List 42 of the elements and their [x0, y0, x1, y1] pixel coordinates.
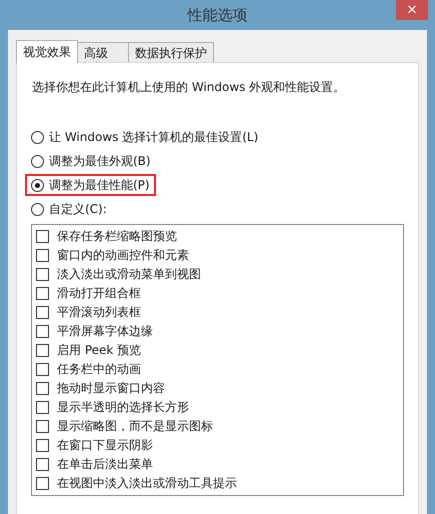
- checkbox[interactable]: [36, 363, 49, 376]
- effect-label: 淡入淡出或滑动菜单到视图: [57, 266, 201, 283]
- effect-label: 在视图中淡入淡出或滑动工具提示: [57, 475, 237, 492]
- checkbox[interactable]: [36, 249, 49, 262]
- checkbox[interactable]: [36, 325, 49, 338]
- checkbox[interactable]: [36, 401, 49, 414]
- radio-button[interactable]: [31, 178, 44, 192]
- description-text: 选择你想在此计算机上使用的 Windows 外观和性能设置。: [32, 79, 346, 96]
- effect-label: 启用 Peek 预览: [57, 342, 142, 359]
- checkbox[interactable]: [36, 420, 49, 433]
- effect-label: 滑动打开组合框: [57, 285, 141, 302]
- checkbox[interactable]: [36, 268, 49, 281]
- option-label: 调整为最佳性能(P): [49, 176, 150, 194]
- effect-label: 显示半透明的选择长方形: [57, 399, 189, 416]
- checkbox[interactable]: [36, 287, 49, 300]
- radio-button[interactable]: [31, 130, 44, 144]
- effect-label: 在窗口下显示阴影: [57, 437, 153, 454]
- checkbox[interactable]: [36, 477, 49, 490]
- close-button[interactable]: ×: [396, 0, 428, 20]
- effect-label: 在单击后淡出菜单: [57, 456, 153, 473]
- effect-label: 平滑滚动列表框: [57, 304, 141, 321]
- tab[interactable]: 数据执行保护: [128, 42, 214, 62]
- radio-button[interactable]: [31, 154, 44, 168]
- checkbox[interactable]: [36, 344, 49, 357]
- effect-label: 拖动时显示窗口内容: [57, 380, 165, 397]
- checkbox[interactable]: [36, 458, 49, 471]
- tab[interactable]: 高级: [77, 42, 129, 62]
- option-label: 调整为最佳外观(B): [49, 152, 151, 170]
- effect-label: 任务栏中的动画: [57, 361, 141, 378]
- checkbox[interactable]: [36, 230, 49, 243]
- effect-label: 保存任务栏缩略图预览: [57, 228, 177, 245]
- option-label: 自定义(C):: [49, 200, 107, 218]
- checkbox[interactable]: [36, 306, 49, 319]
- checkbox[interactable]: [36, 382, 49, 395]
- effect-label: 显示缩略图，而不是显示图标: [57, 418, 213, 435]
- window-title: 性能选项: [188, 6, 248, 24]
- effect-label: 窗口内的动画控件和元素: [57, 247, 189, 264]
- option-label: 让 Windows 选择计算机的最佳设置(L): [49, 128, 258, 146]
- effect-label: 平滑屏幕字体边缘: [57, 323, 153, 340]
- tab[interactable]: 视觉效果: [16, 40, 78, 63]
- radio-button[interactable]: [31, 202, 44, 216]
- checkbox[interactable]: [36, 439, 49, 452]
